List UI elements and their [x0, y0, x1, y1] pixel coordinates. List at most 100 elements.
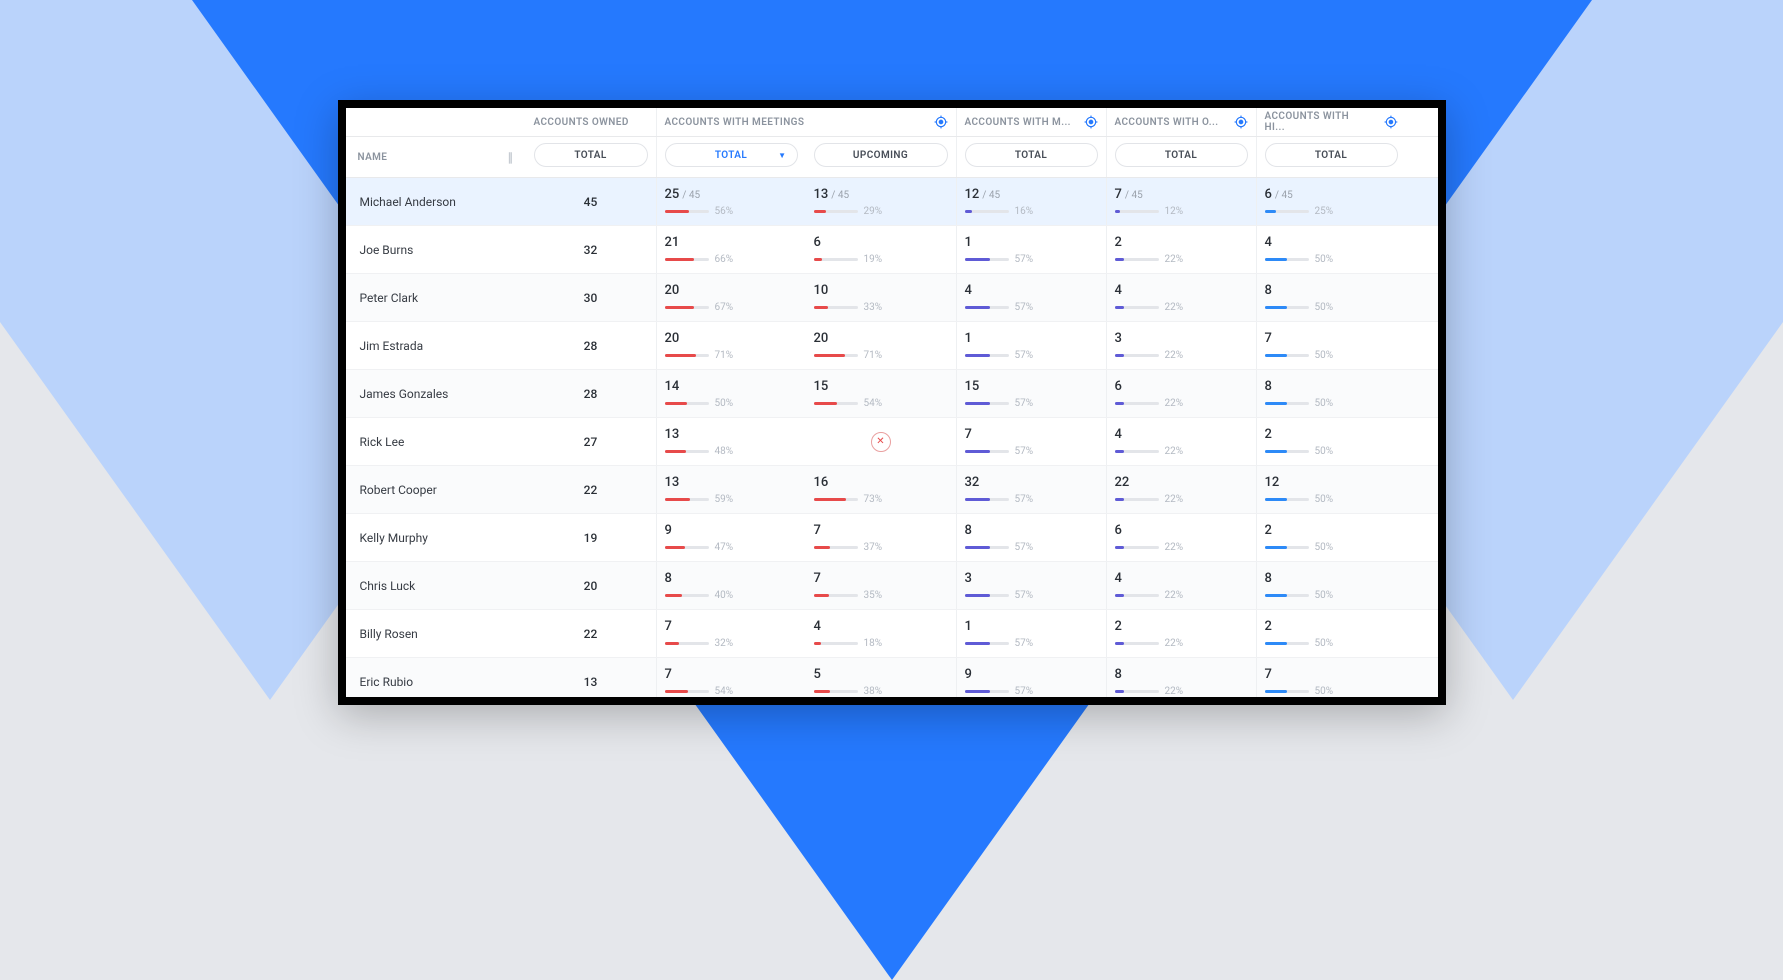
progress-bar — [1265, 306, 1309, 309]
metric-cell[interactable]: 8 22% — [1106, 658, 1256, 697]
cell-owned: 22 — [526, 610, 656, 657]
target-icon[interactable] — [1234, 115, 1248, 129]
metric-cell[interactable]: 10 33% — [806, 274, 956, 321]
metric-cell[interactable]: 20 71% — [656, 322, 806, 369]
table-row[interactable]: Billy Rosen 22 7 32% 4 18% 1 57% — [346, 610, 1438, 658]
progress-bar — [814, 306, 858, 309]
metric-cell[interactable]: 8 50% — [1256, 274, 1406, 321]
metric-cell[interactable]: 4 18% — [806, 610, 956, 657]
metric-cell[interactable]: 2 50% — [1256, 514, 1406, 561]
metric-cell[interactable]: 4 22% — [1106, 274, 1256, 321]
metric-cell[interactable]: 8 50% — [1256, 562, 1406, 609]
metric-value: 4 — [814, 619, 821, 634]
table-row[interactable]: Jim Estrada 28 20 71% 20 71% 1 57% — [346, 322, 1438, 370]
filter-o-total[interactable]: TOTAL — [1115, 143, 1248, 167]
progress-bar — [665, 258, 709, 261]
table-row[interactable]: Chris Luck 20 8 40% 7 35% 3 57% — [346, 562, 1438, 610]
app-screen: ACCOUNTS OWNED ACCOUNTS WITH MEETINGS AC… — [346, 108, 1438, 697]
filter-meetings-total[interactable]: TOTAL▼ — [665, 143, 798, 167]
metric-cell[interactable]: 2 50% — [1256, 418, 1406, 465]
metric-cell[interactable]: 4 22% — [1106, 562, 1256, 609]
table-row[interactable]: Joe Burns 32 21 66% 6 19% 1 57% — [346, 226, 1438, 274]
metric-cell[interactable]: 7 32% — [656, 610, 806, 657]
metric-cell[interactable]: 8 50% — [1256, 370, 1406, 417]
metric-cell[interactable]: 15 57% — [956, 370, 1106, 417]
metric-cell[interactable]: 14 50% — [656, 370, 806, 417]
close-icon[interactable]: ✕ — [871, 432, 891, 452]
metric-cell[interactable]: 7 54% — [656, 658, 806, 697]
metric-cell[interactable]: 8 40% — [656, 562, 806, 609]
metric-cell[interactable]: 6 19% — [806, 226, 956, 273]
table-row[interactable]: Kelly Murphy 19 9 47% 7 37% 8 57% — [346, 514, 1438, 562]
metric-cell[interactable]: 7 35% — [806, 562, 956, 609]
sort-icon[interactable]: ∥ — [508, 151, 514, 164]
header-m: ACCOUNTS WITH M... — [956, 108, 1106, 136]
metric-cell[interactable]: 4 50% — [1256, 226, 1406, 273]
metric-cell[interactable]: 7 50% — [1256, 322, 1406, 369]
metric-cell[interactable]: 4 22% — [1106, 418, 1256, 465]
metric-cell[interactable]: 9 57% — [956, 658, 1106, 697]
progress-bar — [965, 498, 1009, 501]
metric-cell[interactable]: 7 50% — [1256, 658, 1406, 697]
table-row[interactable]: Michael Anderson 45 25 / 45 56% 13 / 45 … — [346, 178, 1438, 226]
metric-cell[interactable]: 6 22% — [1106, 514, 1256, 561]
metric-cell[interactable]: 3 22% — [1106, 322, 1256, 369]
metric-percent: 50% — [1315, 350, 1334, 361]
metric-cell[interactable]: 7 / 45 12% — [1106, 178, 1256, 225]
progress-bar — [965, 354, 1009, 357]
metric-cell[interactable]: 6 22% — [1106, 370, 1256, 417]
metric-cell[interactable]: 5 38% — [806, 658, 956, 697]
metric-cell[interactable]: 20 67% — [656, 274, 806, 321]
metric-cell[interactable]: 2 22% — [1106, 226, 1256, 273]
table-row[interactable]: Eric Rubio 13 7 54% 5 38% 9 57% — [346, 658, 1438, 697]
metric-cell[interactable]: 13 48% — [656, 418, 806, 465]
metric-cell[interactable]: 1 57% — [956, 610, 1106, 657]
metric-cell[interactable]: 13 / 45 29% — [806, 178, 956, 225]
filter-m-total[interactable]: TOTAL — [965, 143, 1098, 167]
filter-owned-total[interactable]: TOTAL — [534, 143, 648, 167]
metric-cell[interactable]: 13 59% — [656, 466, 806, 513]
metric-cell[interactable]: 8 57% — [956, 514, 1106, 561]
metric-value: 13 — [665, 427, 680, 442]
target-icon[interactable] — [1384, 115, 1398, 129]
progress-bar — [1115, 546, 1159, 549]
metric-value: 20 — [665, 331, 680, 346]
cell-owned: 32 — [526, 226, 656, 273]
table-row[interactable]: Peter Clark 30 20 67% 10 33% 4 57% — [346, 274, 1438, 322]
metric-cell[interactable]: 9 47% — [656, 514, 806, 561]
metric-cell[interactable]: 15 54% — [806, 370, 956, 417]
metric-cell[interactable]: 16 73% — [806, 466, 956, 513]
metric-cell[interactable]: 6 / 45 25% — [1256, 178, 1406, 225]
chevron-down-icon: ▼ — [778, 151, 786, 160]
metric-cell[interactable]: 1 57% — [956, 226, 1106, 273]
progress-bar — [1265, 402, 1309, 405]
metric-cell[interactable]: 12 50% — [1256, 466, 1406, 513]
progress-bar — [965, 546, 1009, 549]
metric-cell[interactable]: 32 57% — [956, 466, 1106, 513]
progress-bar — [814, 642, 858, 645]
metric-cell[interactable]: 2 22% — [1106, 610, 1256, 657]
metric-cell[interactable]: 12 / 45 16% — [956, 178, 1106, 225]
metric-cell[interactable]: 1 57% — [956, 322, 1106, 369]
table-row[interactable]: Rick Lee 27 13 48% ✕ 7 57% 4 — [346, 418, 1438, 466]
metric-cell[interactable]: 7 37% — [806, 514, 956, 561]
table-body: Michael Anderson 45 25 / 45 56% 13 / 45 … — [346, 178, 1438, 697]
metric-cell[interactable]: 7 57% — [956, 418, 1106, 465]
target-icon[interactable] — [934, 115, 948, 129]
progress-bar — [1265, 450, 1309, 453]
metric-percent: 50% — [715, 398, 734, 409]
metric-cell[interactable]: 2 50% — [1256, 610, 1406, 657]
column-header-name[interactable]: NAME ∥ — [358, 145, 514, 169]
table-row[interactable]: Robert Cooper 22 13 59% 16 73% 32 — [346, 466, 1438, 514]
metric-cell[interactable]: 25 / 45 56% — [656, 178, 806, 225]
metric-cell[interactable]: 4 57% — [956, 274, 1106, 321]
target-icon[interactable] — [1084, 115, 1098, 129]
table-row[interactable]: James Gonzales 28 14 50% 15 54% 15 — [346, 370, 1438, 418]
metric-cell[interactable]: 20 71% — [806, 322, 956, 369]
filter-meetings-upcoming[interactable]: UPCOMING — [814, 143, 948, 167]
metric-cell[interactable]: 22 22% — [1106, 466, 1256, 513]
cell-owned: 19 — [526, 514, 656, 561]
metric-cell[interactable]: 21 66% — [656, 226, 806, 273]
filter-hi-total[interactable]: TOTAL — [1265, 143, 1398, 167]
metric-cell[interactable]: 3 57% — [956, 562, 1106, 609]
